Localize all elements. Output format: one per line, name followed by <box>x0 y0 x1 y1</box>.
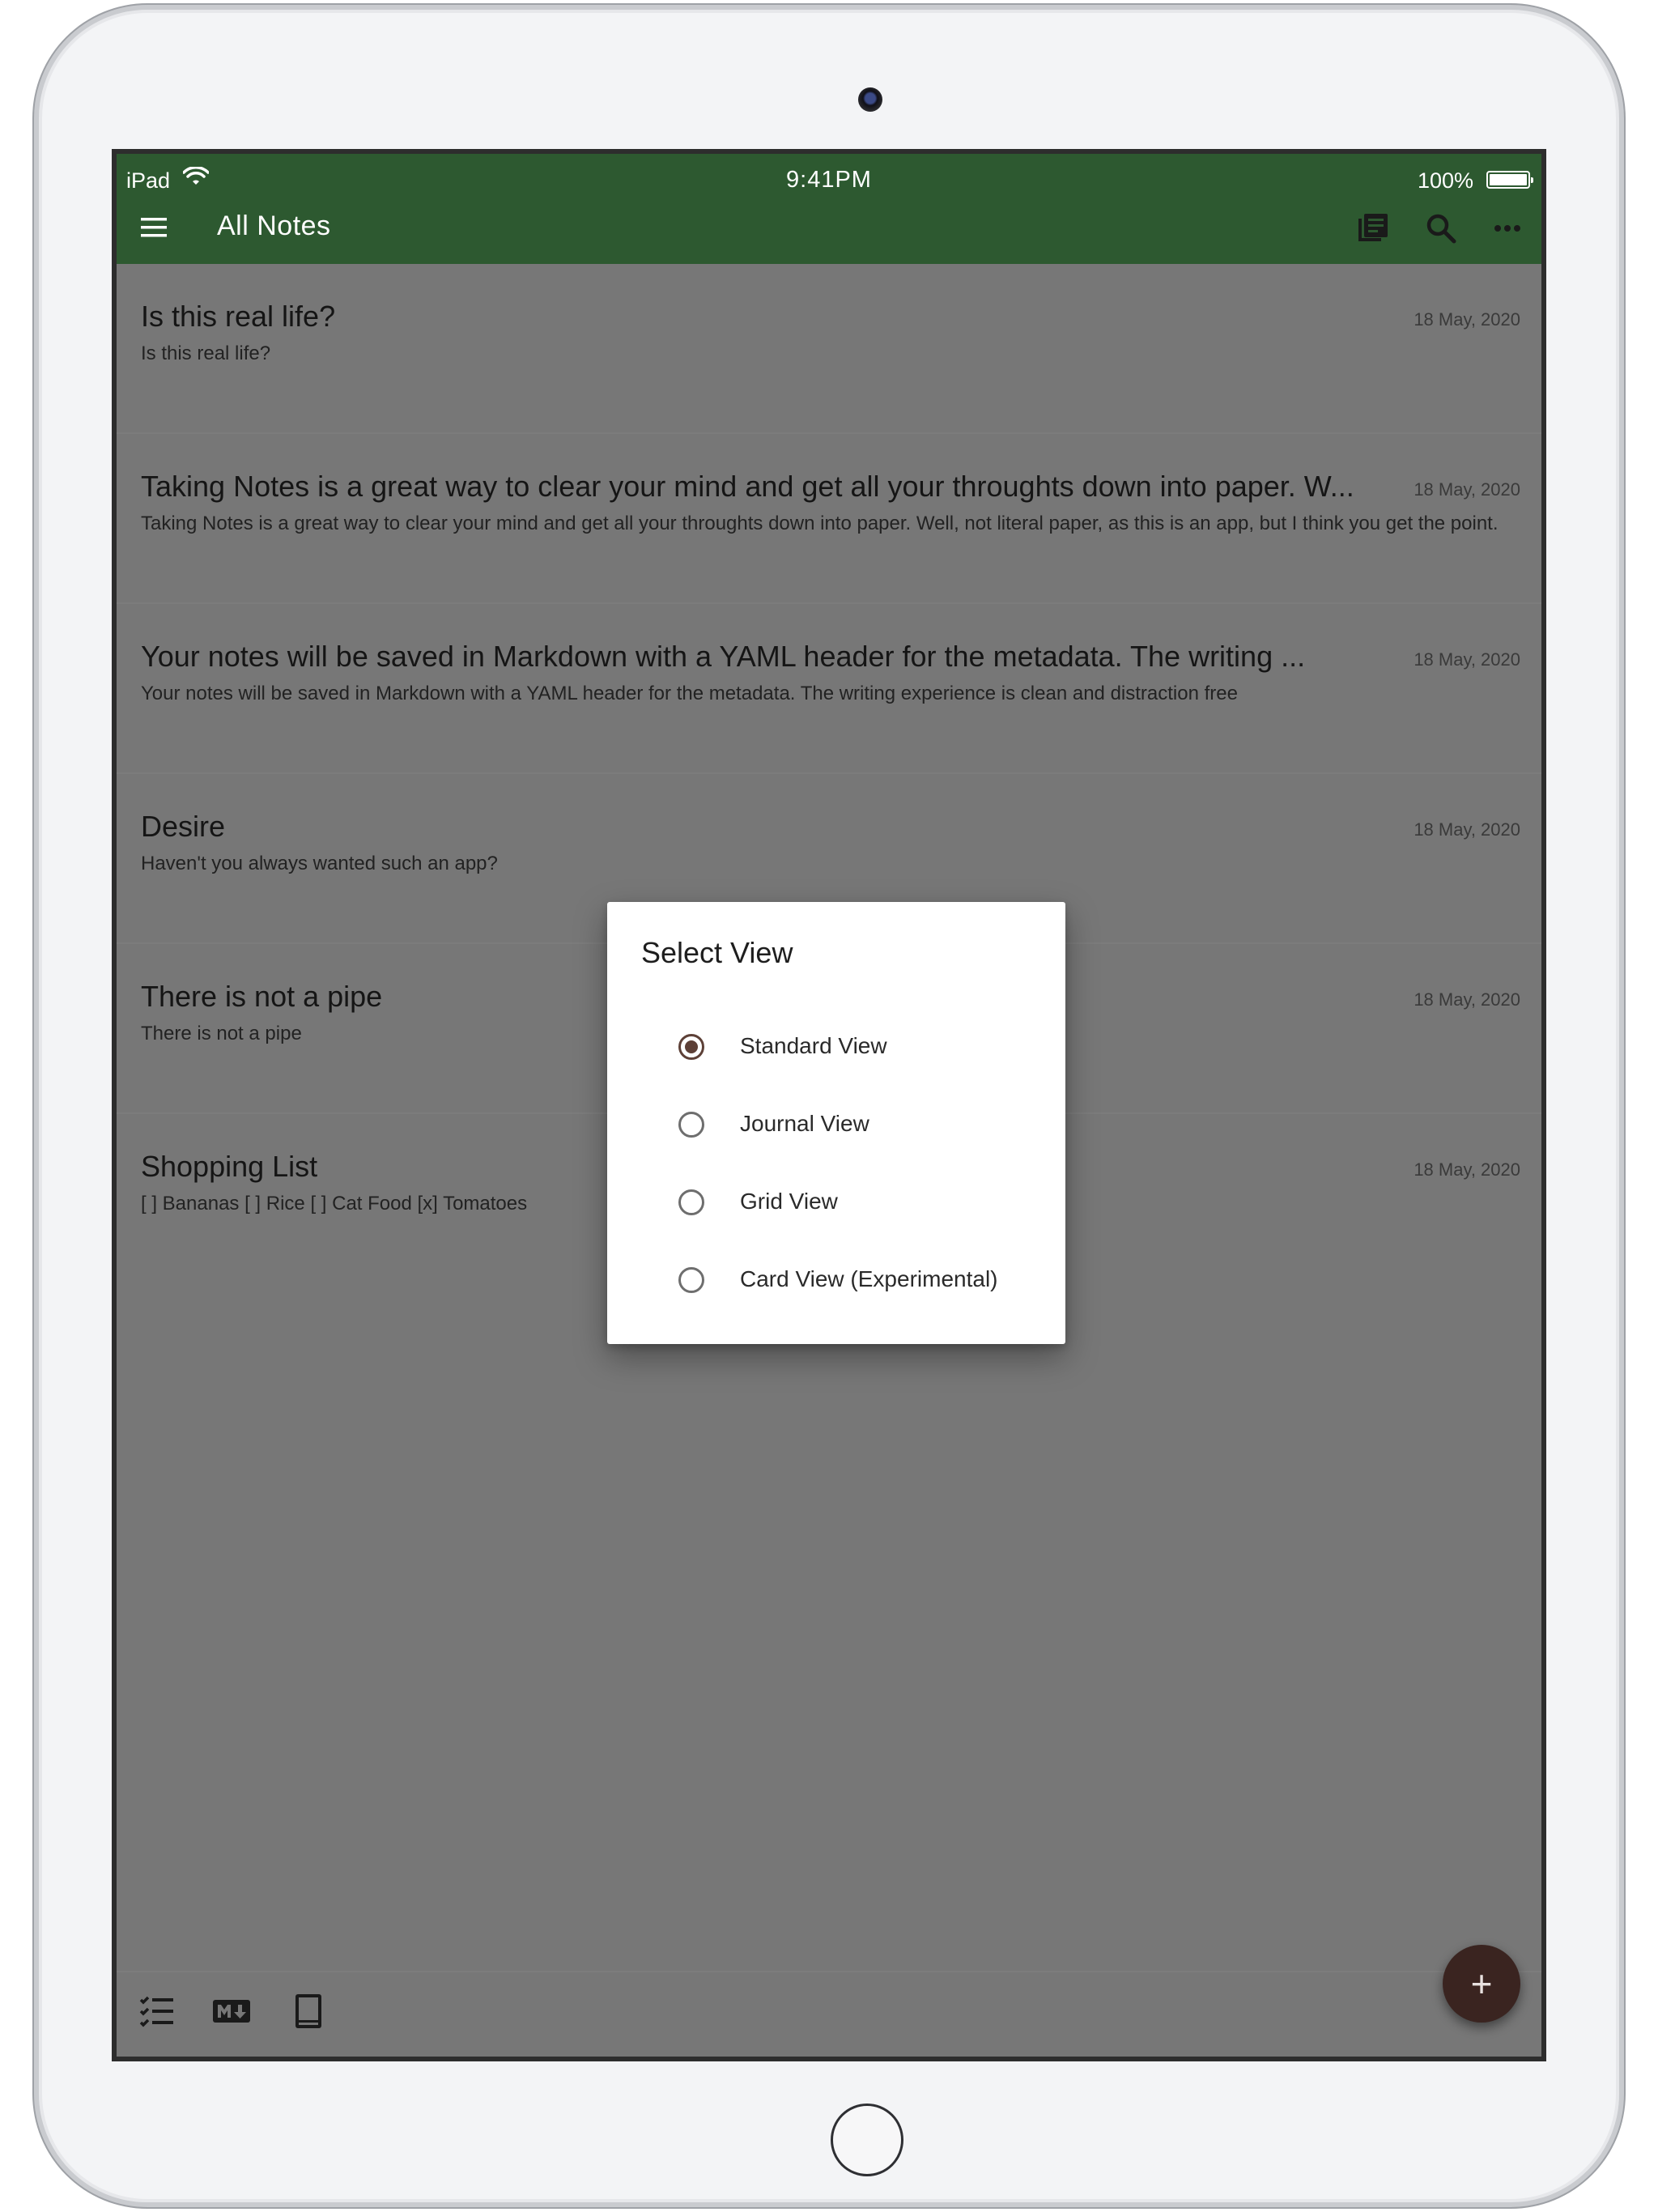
radio-button[interactable] <box>678 1189 704 1215</box>
note-preview: Your notes will be saved in Markdown wit… <box>141 683 1238 704</box>
radio-button-checked[interactable] <box>678 1034 704 1060</box>
note-title: Desire <box>141 810 226 843</box>
note-title: Taking Notes is a great way to clear you… <box>141 470 1354 503</box>
view-mode-icon[interactable] <box>1355 211 1391 246</box>
note-preview: Haven't you always wanted such an app? <box>141 853 498 874</box>
radio-option-standard-view[interactable]: Standard View <box>607 1010 1065 1083</box>
note-title: Your notes will be saved in Markdown wit… <box>141 640 1306 673</box>
hamburger-menu-icon[interactable] <box>138 214 170 241</box>
status-time: 9:41PM <box>786 167 872 193</box>
app-screen: iPad 9:41PM 100% All Notes Is this real … <box>112 149 1546 2061</box>
note-preview: Taking Notes is a great way to clear you… <box>141 513 1499 534</box>
note-list-item[interactable]: Is this real life? 18 May, 2020 Is this … <box>117 264 1541 434</box>
radio-label: Card View (Experimental) <box>740 1266 998 1291</box>
radio-option-card-view[interactable]: Card View (Experimental) <box>607 1244 1065 1317</box>
note-date: 18 May, 2020 <box>1414 649 1520 670</box>
radio-label: Standard View <box>740 1033 887 1058</box>
search-icon[interactable] <box>1423 211 1459 246</box>
note-date: 18 May, 2020 <box>1414 819 1520 840</box>
notebook-icon[interactable] <box>288 1992 327 2031</box>
plus-icon: + <box>1470 1963 1493 2005</box>
note-title: Is this real life? <box>141 300 336 333</box>
more-options-icon[interactable] <box>1490 211 1525 246</box>
note-date: 18 May, 2020 <box>1414 1159 1520 1180</box>
radio-option-grid-view[interactable]: Grid View <box>607 1166 1065 1239</box>
select-view-dialog: Select View Standard View Journal View G… <box>607 902 1065 1344</box>
radio-option-journal-view[interactable]: Journal View <box>607 1088 1065 1161</box>
note-preview: Is this real life? <box>141 342 271 364</box>
battery-icon <box>1486 171 1533 189</box>
dialog-title: Select View <box>641 936 793 969</box>
bottom-toolbar <box>117 1971 1541 2057</box>
note-list-item[interactable]: Taking Notes is a great way to clear you… <box>117 434 1541 604</box>
radio-button[interactable] <box>678 1267 704 1293</box>
radio-button[interactable] <box>678 1112 704 1138</box>
note-list-item[interactable]: Your notes will be saved in Markdown wit… <box>117 604 1541 774</box>
markdown-icon[interactable] <box>212 1992 251 2031</box>
status-battery-percent: 100% <box>1417 168 1473 193</box>
checklist-icon[interactable] <box>138 1992 176 2031</box>
note-date: 18 May, 2020 <box>1414 479 1520 500</box>
radio-label: Grid View <box>740 1189 838 1214</box>
note-date: 18 May, 2020 <box>1414 989 1520 1010</box>
front-camera <box>858 87 882 112</box>
radio-label: Journal View <box>740 1111 869 1136</box>
add-note-button[interactable]: + <box>1443 1945 1520 2023</box>
home-button[interactable] <box>831 2104 903 2176</box>
page-title: All Notes <box>217 211 331 241</box>
note-date: 18 May, 2020 <box>1414 309 1520 330</box>
app-header: iPad 9:41PM 100% All Notes <box>117 154 1541 264</box>
